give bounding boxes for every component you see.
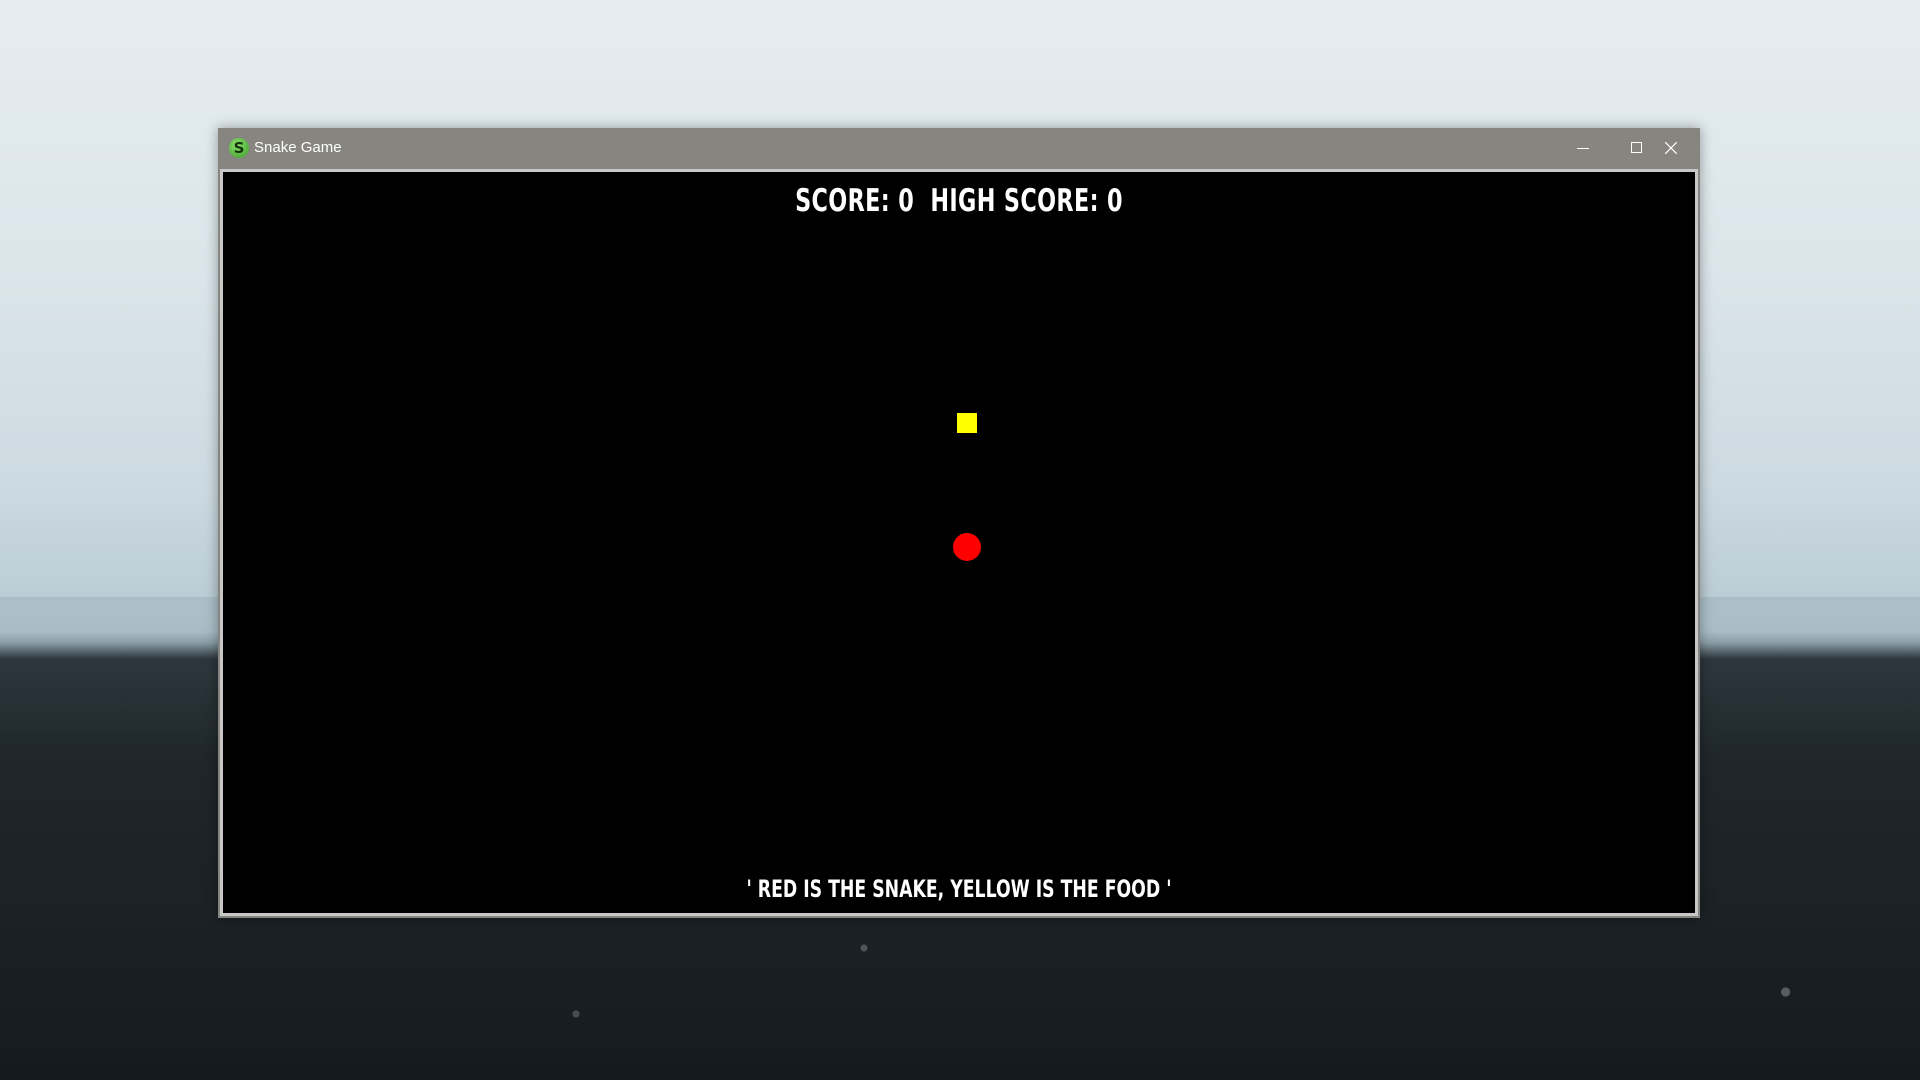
- minimize-button[interactable]: [1554, 128, 1612, 168]
- snake-game-window: S Snake Game SCORE: 0 HIGH SCORE: 0 ' RE…: [218, 128, 1700, 918]
- window-title: Snake Game: [254, 139, 342, 156]
- title-bar[interactable]: S Snake Game: [218, 128, 1700, 168]
- score-display: SCORE: 0 HIGH SCORE: 0: [429, 178, 1489, 224]
- game-frame: SCORE: 0 HIGH SCORE: 0 ' RED IS THE SNAK…: [220, 169, 1698, 916]
- food-square: [957, 413, 977, 433]
- snake-head: [953, 533, 981, 561]
- game-canvas[interactable]: SCORE: 0 HIGH SCORE: 0 ' RED IS THE SNAK…: [223, 172, 1695, 913]
- high-score-label: HIGH SCORE: 0: [930, 183, 1123, 219]
- minimize-icon: [1577, 148, 1589, 149]
- close-icon: [1665, 142, 1677, 154]
- score-separator: [914, 183, 930, 219]
- close-button[interactable]: [1642, 128, 1700, 168]
- hint-text: ' RED IS THE SNAKE, YELLOW IS THE FOOD ': [746, 875, 1172, 903]
- snake-app-icon: S: [229, 138, 249, 158]
- score-label: SCORE: 0: [795, 183, 915, 219]
- maximize-icon: [1631, 142, 1642, 153]
